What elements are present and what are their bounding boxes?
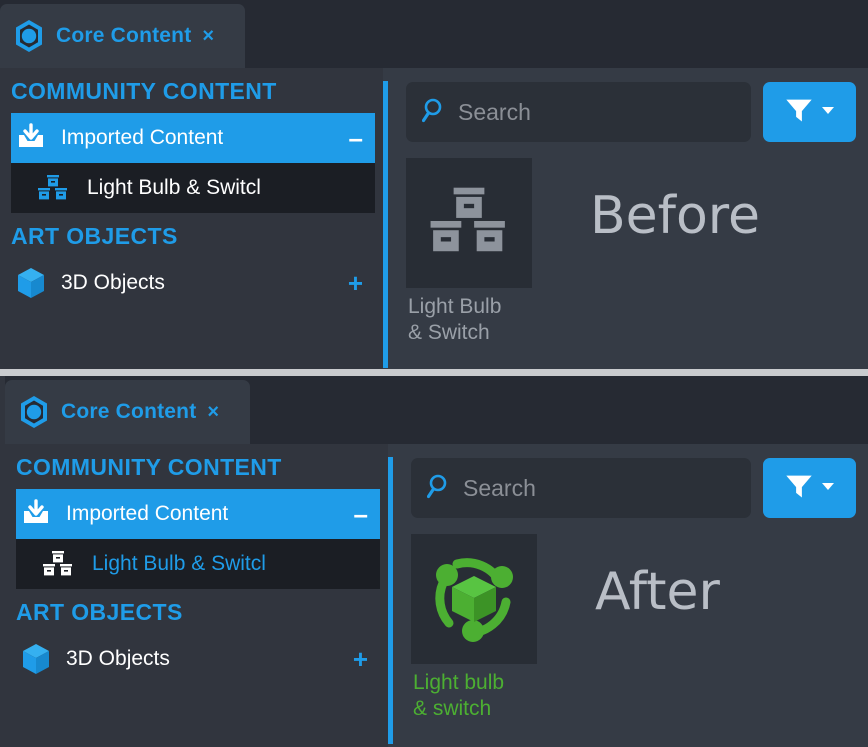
sidebar-item-light-bulb-switch[interactable]: Light Bulb & Switcl bbox=[11, 163, 375, 213]
before-asset-caption: Light Bulb & Switch bbox=[406, 294, 536, 346]
after-asset-thumb-column: Light bulb & switch bbox=[411, 534, 541, 722]
chevron-down-icon bbox=[820, 478, 836, 499]
collapse-minus-icon[interactable]: – bbox=[349, 125, 363, 151]
after-search-row: Search bbox=[393, 444, 868, 518]
before-sidebar: COMMUNITY CONTENT Imported Content – Lig… bbox=[0, 68, 383, 369]
import-tray-icon bbox=[16, 499, 56, 529]
after-sidebar: COMMUNITY CONTENT Imported Content – Lig… bbox=[5, 444, 388, 747]
filter-button[interactable] bbox=[763, 82, 856, 142]
filter-button[interactable] bbox=[763, 458, 856, 518]
tab-label: Core Content bbox=[56, 24, 192, 47]
boxes-icon bbox=[33, 174, 73, 202]
sidebar-item-label: Light Bulb & Switcl bbox=[92, 552, 266, 575]
tab-core-content[interactable]: Core Content × bbox=[0, 4, 245, 68]
after-asset-caption: Light bulb & switch bbox=[411, 670, 541, 722]
collapse-minus-icon[interactable]: – bbox=[354, 501, 368, 527]
after-tab-bar: Core Content × bbox=[5, 376, 868, 444]
before-asset-caption-line2: & Switch bbox=[408, 321, 490, 344]
search-icon bbox=[421, 97, 448, 128]
sidebar-item-label: Imported Content bbox=[66, 502, 229, 525]
before-asset-thumb-column: Light Bulb & Switch bbox=[406, 158, 536, 346]
search-placeholder: Search bbox=[458, 98, 531, 125]
after-annotation-label: After bbox=[595, 562, 720, 622]
chevron-down-icon bbox=[820, 102, 836, 123]
comparison-screenshot: Core Content × COMMUNITY CONTENT Importe… bbox=[0, 0, 868, 747]
sidebar-item-3d-objects[interactable]: 3D Objects + bbox=[11, 258, 375, 308]
section-title-community-content: COMMUNITY CONTENT bbox=[16, 454, 282, 480]
section-title-art-objects: ART OBJECTS bbox=[16, 599, 183, 625]
search-input[interactable]: Search bbox=[411, 458, 751, 518]
section-title-art-objects: ART OBJECTS bbox=[11, 223, 178, 249]
section-title-community-content: COMMUNITY CONTENT bbox=[11, 78, 277, 104]
before-search-row: Search bbox=[388, 68, 868, 142]
after-asset-thumbnail[interactable] bbox=[411, 534, 537, 664]
tab-label: Core Content bbox=[61, 400, 197, 423]
after-content-pane: Search Light bulb & switch After bbox=[393, 444, 868, 747]
after-body: COMMUNITY CONTENT Imported Content – Lig… bbox=[5, 444, 868, 747]
core-content-hex-icon bbox=[16, 394, 52, 430]
tab-core-content[interactable]: Core Content × bbox=[5, 380, 250, 444]
panel-separator bbox=[0, 369, 868, 376]
sidebar-item-imported-content[interactable]: Imported Content – bbox=[11, 113, 375, 163]
after-panel: Core Content × COMMUNITY CONTENT Importe… bbox=[0, 376, 868, 747]
boxes-icon bbox=[38, 550, 78, 578]
before-asset-item[interactable]: Light Bulb & Switch Before bbox=[388, 142, 868, 346]
sidebar-item-label: 3D Objects bbox=[66, 647, 170, 670]
sidebar-item-label: 3D Objects bbox=[61, 271, 165, 294]
search-placeholder: Search bbox=[463, 474, 536, 501]
sidebar-item-label: Imported Content bbox=[61, 126, 224, 149]
before-asset-caption-line1: Light Bulb bbox=[408, 295, 502, 318]
after-asset-caption-line2: & switch bbox=[413, 697, 492, 720]
sidebar-item-imported-content[interactable]: Imported Content – bbox=[16, 489, 380, 539]
sidebar-item-3d-objects[interactable]: 3D Objects + bbox=[16, 634, 380, 684]
close-icon[interactable]: × bbox=[207, 402, 219, 422]
boxes-thumbnail-icon bbox=[428, 185, 510, 262]
before-asset-thumbnail[interactable] bbox=[406, 158, 532, 288]
expand-plus-icon[interactable]: + bbox=[348, 270, 363, 296]
after-asset-caption-line1: Light bulb bbox=[413, 671, 505, 694]
expand-plus-icon[interactable]: + bbox=[353, 646, 368, 672]
cube-icon bbox=[11, 267, 51, 299]
before-content-pane: Search Light Bulb & Switch Before bbox=[388, 68, 868, 369]
close-icon[interactable]: × bbox=[202, 26, 214, 46]
sidebar-item-light-bulb-switch[interactable]: Light Bulb & Switcl bbox=[16, 539, 380, 589]
sidebar-item-label: Light Bulb & Switcl bbox=[87, 176, 261, 199]
orbital-cube-icon bbox=[424, 547, 524, 652]
filter-icon bbox=[784, 471, 814, 506]
search-icon bbox=[426, 473, 453, 504]
before-tab-bar: Core Content × bbox=[0, 0, 868, 68]
before-panel: Core Content × COMMUNITY CONTENT Importe… bbox=[0, 0, 868, 369]
before-annotation-label: Before bbox=[590, 186, 761, 246]
import-tray-icon bbox=[11, 123, 51, 153]
cube-icon bbox=[16, 643, 56, 675]
after-asset-item[interactable]: Light bulb & switch After bbox=[393, 518, 868, 722]
core-content-hex-icon bbox=[11, 18, 47, 54]
search-input[interactable]: Search bbox=[406, 82, 751, 142]
before-body: COMMUNITY CONTENT Imported Content – Lig… bbox=[0, 68, 868, 369]
filter-icon bbox=[784, 95, 814, 130]
